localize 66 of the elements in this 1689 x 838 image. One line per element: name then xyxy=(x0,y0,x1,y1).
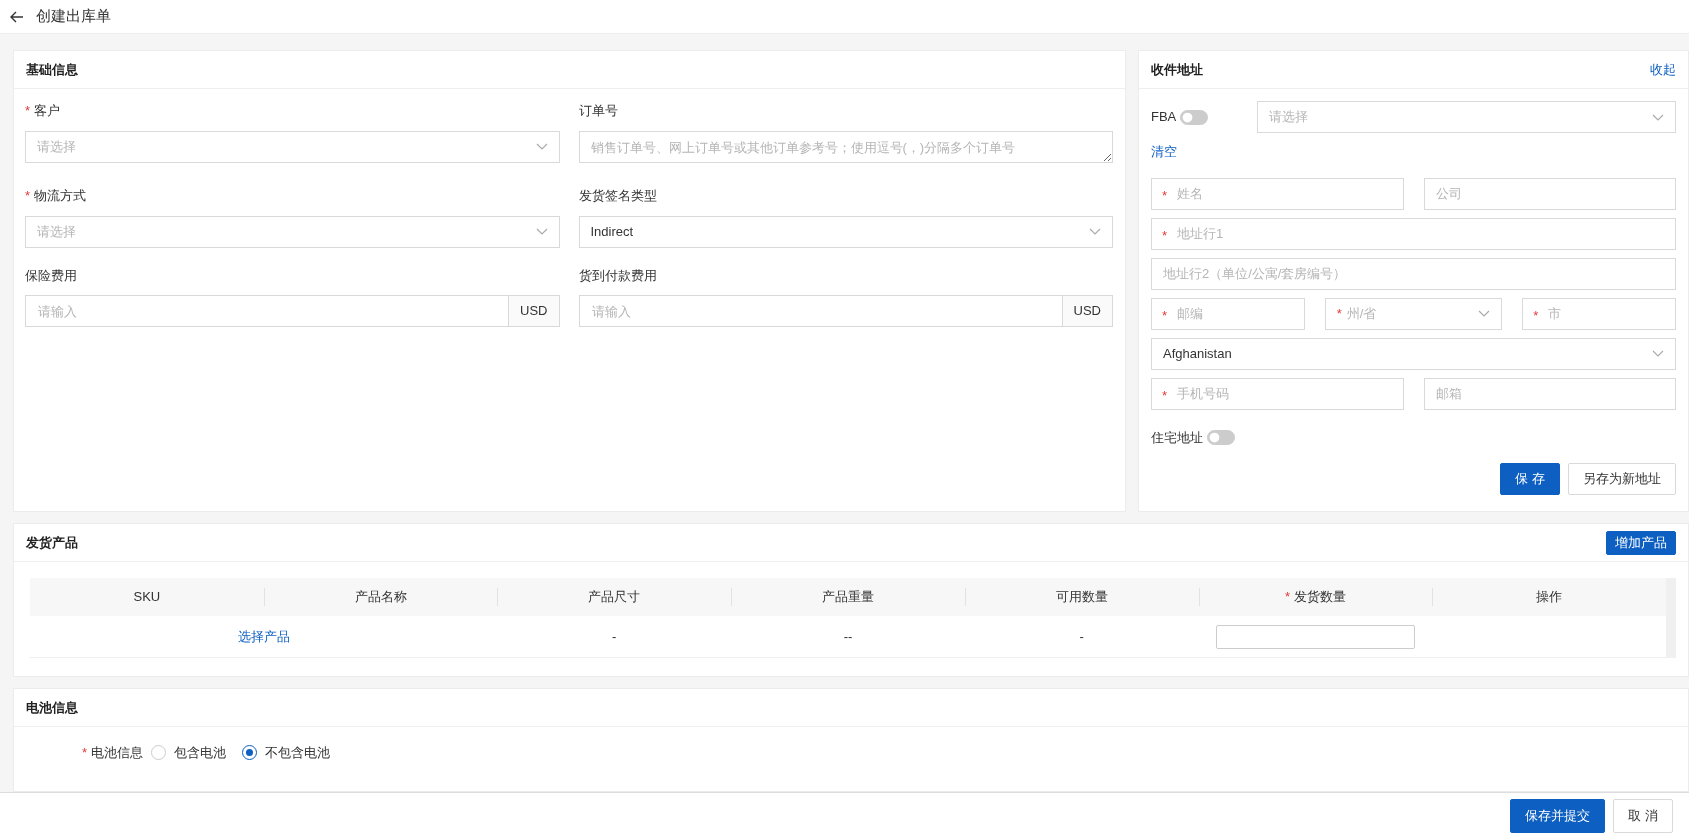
required-mark: * xyxy=(25,103,31,118)
secondary-button[interactable]: 另存为新地址 xyxy=(1568,463,1676,495)
required-mark: * xyxy=(25,188,31,203)
radio-label[interactable]: 不包含电池 xyxy=(265,743,331,763)
field-label: * 电池信息 xyxy=(82,744,144,762)
field-label: 保险费用 xyxy=(25,267,77,283)
toggle-label: FBA xyxy=(1151,108,1177,127)
chevron-down-icon xyxy=(1652,350,1664,357)
toggle-switch[interactable] xyxy=(1207,429,1235,445)
chevron-down-icon xyxy=(1089,228,1101,235)
field-label: 订单号 xyxy=(578,103,618,118)
toggle-label: 住宅地址 xyxy=(1151,428,1203,447)
required-mark: * xyxy=(1162,386,1168,405)
input-field[interactable]: 地址行2（单位/公寓/套房编号） xyxy=(1151,257,1676,290)
required-mark: * xyxy=(1162,226,1168,245)
column-header: 产品名称 xyxy=(354,588,407,607)
field-label: * 物流方式 xyxy=(25,188,87,203)
section-title: 基础信息 xyxy=(26,60,78,79)
required-mark: * xyxy=(1284,589,1290,605)
collapse-link[interactable]: 收起 xyxy=(1650,59,1676,80)
chevron-down-icon xyxy=(1478,310,1491,317)
currency-addon: USD xyxy=(1061,295,1113,327)
primary-button[interactable]: 保存并提交 xyxy=(1510,798,1606,833)
table-cell-text: - xyxy=(612,627,617,646)
select-product-link[interactable]: 选择产品 xyxy=(237,626,290,647)
column-header: 可用数量 xyxy=(1055,588,1108,607)
table-cell-text: -- xyxy=(843,627,853,646)
input-field[interactable]: 请输入 xyxy=(578,295,1063,327)
field-label: 发货签名类型 xyxy=(578,188,657,203)
back-arrow-icon[interactable] xyxy=(10,10,24,23)
page-title: 创建出库单 xyxy=(36,6,111,27)
secondary-button[interactable]: 取 消 xyxy=(1613,798,1673,833)
column-header: 操作 xyxy=(1536,588,1563,607)
column-header: * 发货数量 xyxy=(1284,588,1346,607)
table-cell-text: - xyxy=(1079,627,1084,646)
currency-addon: USD xyxy=(508,295,560,327)
input-field[interactable]: 邮箱 xyxy=(1423,377,1676,410)
select-field[interactable]: * 州/省 xyxy=(1324,297,1503,330)
quantity-field[interactable] xyxy=(1216,624,1415,649)
textarea-field[interactable]: 销售订单号、网上订单号或其他订单参考号；使用逗号(，)分隔多个订单号 xyxy=(578,130,1113,163)
column-header: 产品重量 xyxy=(822,588,874,607)
column-header: 产品尺寸 xyxy=(588,588,641,607)
radio-button[interactable] xyxy=(242,745,258,761)
input-field[interactable]: 请输入 xyxy=(25,295,510,327)
section-title: 电池信息 xyxy=(26,698,78,717)
section-title: 发货产品 xyxy=(26,533,78,552)
select-field[interactable]: Indirect xyxy=(578,215,1113,248)
field-label: 货到付款费用 xyxy=(578,267,657,283)
required-mark: * xyxy=(1336,304,1342,323)
required-mark: * xyxy=(1162,186,1168,205)
chevron-down-icon xyxy=(535,228,548,235)
chevron-down-icon xyxy=(535,143,548,150)
add-product-button[interactable]: 增加产品 xyxy=(1606,530,1676,555)
input-field[interactable]: 公司 xyxy=(1423,177,1676,210)
required-mark: * xyxy=(82,745,88,760)
clear-link[interactable]: 清空 xyxy=(1151,142,1177,162)
column-header: SKU xyxy=(133,588,161,607)
required-mark: * xyxy=(1533,306,1539,325)
radio-label[interactable]: 包含电池 xyxy=(174,743,227,763)
select-field[interactable]: Afghanistan xyxy=(1151,337,1676,370)
section-title: 收件地址 xyxy=(1151,60,1203,79)
required-mark: * xyxy=(1162,306,1168,325)
primary-button[interactable]: 保 存 xyxy=(1500,463,1560,495)
field-label: * 客户 xyxy=(25,103,61,118)
chevron-down-icon xyxy=(1652,113,1664,121)
toggle-switch[interactable] xyxy=(1180,109,1209,125)
